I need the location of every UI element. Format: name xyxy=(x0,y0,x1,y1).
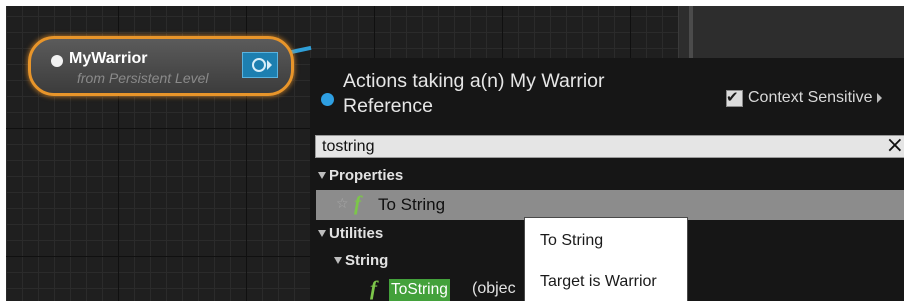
category-label: Properties xyxy=(329,167,404,184)
category-label: String xyxy=(345,252,389,269)
list-item-label: To String xyxy=(378,195,446,214)
blueprint-graph-canvas[interactable]: MyWarrior from Persistent Level Actions … xyxy=(6,6,904,301)
expand-arrow-icon[interactable] xyxy=(876,93,882,103)
context-sensitive-toggle[interactable]: ✔ Context Sensitive xyxy=(726,85,882,111)
star-icon[interactable]: ☆ xyxy=(336,196,349,212)
collapse-arrow-icon[interactable] xyxy=(318,172,326,179)
pin-arrow-icon xyxy=(267,60,272,70)
action-menu-title: Actions taking a(n) My Warrior Reference xyxy=(343,70,605,117)
category-utilities[interactable]: Utilities xyxy=(318,225,383,242)
collapse-arrow-icon[interactable] xyxy=(318,230,326,237)
category-string[interactable]: String xyxy=(334,252,388,269)
close-icon[interactable]: × xyxy=(886,133,904,158)
pin-icon xyxy=(252,58,266,72)
category-properties[interactable]: Properties xyxy=(318,167,403,184)
list-item-to-string[interactable]: ☆ f To String xyxy=(316,190,904,220)
node-type-icon xyxy=(51,55,63,67)
tooltip-target: Target is Warrior xyxy=(540,273,657,290)
list-item-label[interactable]: (objec xyxy=(472,280,516,298)
output-pin[interactable] xyxy=(242,52,278,78)
checkbox-icon[interactable]: ✔ xyxy=(726,88,743,107)
collapse-arrow-icon[interactable] xyxy=(334,257,342,264)
node-subtitle: from Persistent Level xyxy=(77,70,209,86)
category-label: Utilities xyxy=(329,225,384,242)
reference-type-icon xyxy=(321,93,334,106)
node-title: MyWarrior xyxy=(69,50,148,67)
side-panel xyxy=(678,6,904,58)
tooltip-title: To String xyxy=(540,232,604,249)
function-icon: f xyxy=(370,276,377,300)
panel-divider xyxy=(689,6,693,58)
function-icon: f xyxy=(354,191,361,215)
tooltip: To String Target is Warrior xyxy=(524,217,688,301)
search-input[interactable] xyxy=(318,136,886,157)
search-field[interactable]: × xyxy=(315,133,904,158)
my-warrior-node[interactable]: MyWarrior from Persistent Level xyxy=(28,36,294,96)
search-match-highlight[interactable]: ToString xyxy=(389,279,450,301)
context-sensitive-label: Context Sensitive xyxy=(748,89,873,106)
